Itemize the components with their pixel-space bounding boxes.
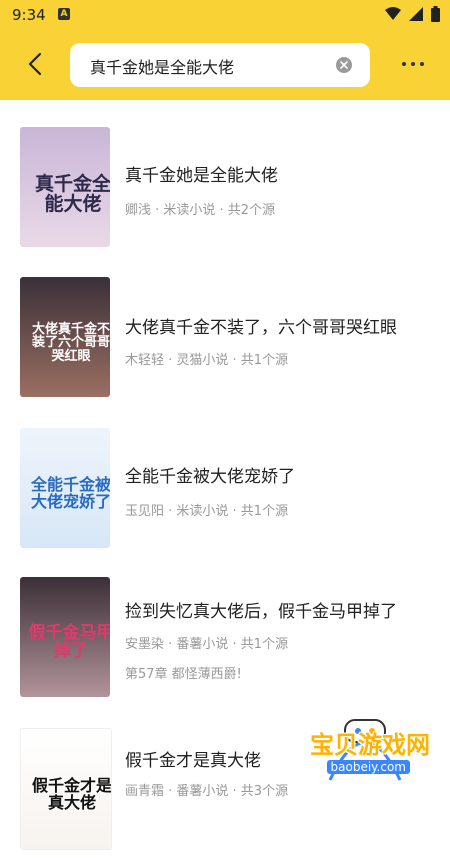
back-arrow-icon bbox=[28, 52, 42, 76]
watermark-url: baobeiy.com bbox=[326, 760, 410, 774]
search-query: 真千金她是全能大佬 bbox=[90, 58, 235, 77]
book-cover: 假千金才是真大佬 bbox=[20, 728, 112, 850]
search-input[interactable]: 真千金她是全能大佬 bbox=[70, 43, 370, 87]
more-dot bbox=[420, 62, 424, 66]
book-meta: 安墨染 · 番薯小说 · 共1个源 bbox=[125, 637, 289, 652]
book-cover: 真千金全能大佬 bbox=[20, 127, 110, 247]
back-button[interactable] bbox=[22, 50, 50, 78]
status-time: 9:34 bbox=[12, 6, 46, 24]
book-cover: 假千金马甲掉了 bbox=[20, 577, 110, 697]
status-bar: 9:34 A bbox=[0, 0, 450, 32]
list-item[interactable]: 真千金全能大佬 真千金她是全能大佬 卿浅 · 米读小说 · 共2个源 bbox=[0, 127, 450, 257]
cover-title: 真千金全能大佬 bbox=[34, 173, 110, 215]
clear-icon bbox=[340, 61, 348, 69]
book-title: 大佬真千金不装了，六个哥哥哭红眼 bbox=[125, 318, 397, 338]
book-meta: 卿浅 · 米读小说 · 共2个源 bbox=[125, 203, 276, 218]
list-item[interactable]: 大佬真千金不装了六个哥哥哭红眼 大佬真千金不装了，六个哥哥哭红眼 木轻轻 · 灵… bbox=[0, 277, 450, 407]
list-item[interactable]: 全能千金被大佬宠娇了 全能千金被大佬宠娇了 玉见阳 · 米读小说 · 共1个源 bbox=[0, 428, 450, 558]
more-dot bbox=[411, 62, 415, 66]
cover-title: 假千金才是真大佬 bbox=[31, 776, 112, 812]
book-title: 真千金她是全能大佬 bbox=[125, 166, 278, 186]
watermark: 宝贝游戏网 baobeiy.com bbox=[290, 710, 440, 790]
signal-icon bbox=[409, 7, 423, 21]
notification-icon: A bbox=[58, 8, 70, 20]
clear-button[interactable] bbox=[336, 57, 352, 73]
book-meta: 玉见阳 · 米读小说 · 共1个源 bbox=[125, 504, 289, 519]
book-meta: 画青霜 · 番薯小说 · 共3个源 bbox=[125, 784, 289, 799]
book-title: 捡到失忆真大佬后，假千金马甲掉了 bbox=[125, 602, 397, 622]
battery-icon bbox=[431, 6, 440, 22]
wifi-icon bbox=[385, 7, 401, 20]
cover-title: 大佬真千金不装了六个哥哥哭红眼 bbox=[31, 321, 110, 364]
book-title: 全能千金被大佬宠娇了 bbox=[125, 467, 295, 487]
latest-chapter: 第57章 都怪薄西爵! bbox=[125, 667, 242, 682]
list-item[interactable]: 假千金马甲掉了 捡到失忆真大佬后，假千金马甲掉了 安墨染 · 番薯小说 · 共1… bbox=[0, 577, 450, 707]
book-title: 假千金才是真大佬 bbox=[125, 751, 261, 771]
book-cover: 全能千金被大佬宠娇了 bbox=[20, 428, 110, 548]
cover-title: 全能千金被大佬宠娇了 bbox=[30, 475, 110, 511]
top-app-bar: 9:34 A 真千金她是全能大佬 bbox=[0, 0, 450, 100]
watermark-title: 宝贝游戏网 bbox=[310, 731, 430, 759]
more-button[interactable] bbox=[398, 52, 428, 76]
system-status-icons bbox=[385, 6, 440, 22]
cover-title: 假千金马甲掉了 bbox=[28, 623, 111, 661]
more-dot bbox=[402, 62, 406, 66]
book-meta: 木轻轻 · 灵猫小说 · 共1个源 bbox=[125, 353, 289, 368]
book-cover: 大佬真千金不装了六个哥哥哭红眼 bbox=[20, 277, 110, 397]
